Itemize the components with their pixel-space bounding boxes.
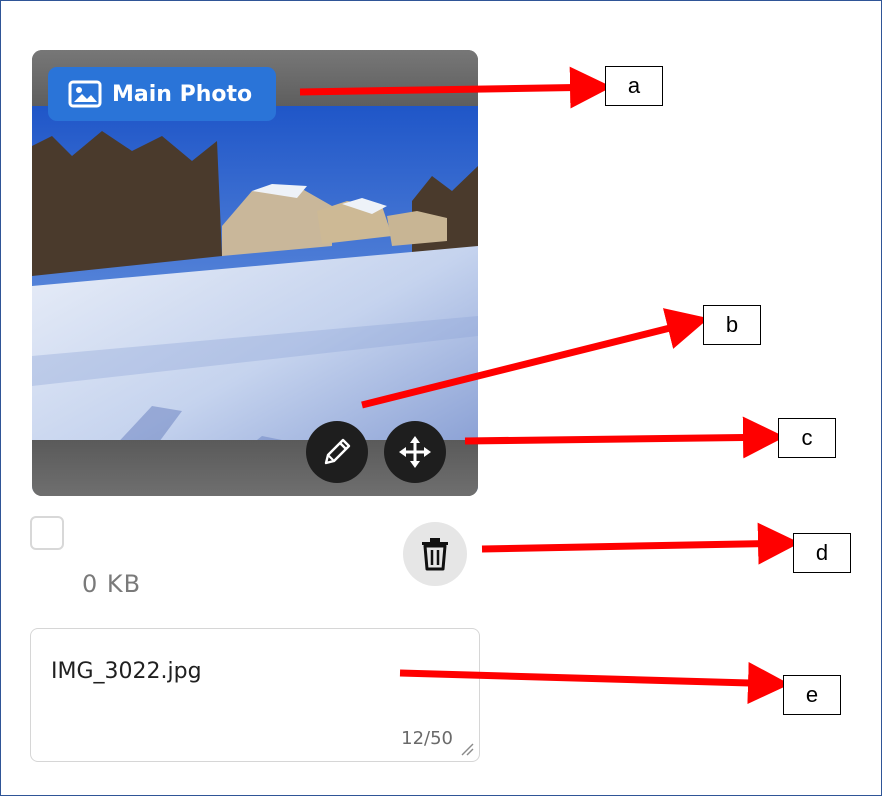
- main-photo-label: Main Photo: [112, 81, 253, 107]
- file-size-text: 0 KB: [82, 570, 142, 598]
- callout-a: a: [605, 66, 663, 106]
- filename-value: IMG_3022.jpg: [51, 659, 202, 684]
- callout-d: d: [793, 533, 851, 573]
- callout-c: c: [778, 418, 836, 458]
- trash-icon: [422, 538, 448, 571]
- callout-e: e: [783, 675, 841, 715]
- delete-photo-button[interactable]: [403, 522, 467, 586]
- main-photo-badge: Main Photo: [48, 67, 276, 121]
- resize-handle-icon[interactable]: [460, 742, 474, 756]
- character-count: 12/50: [401, 728, 453, 749]
- edit-photo-button[interactable]: [306, 421, 368, 483]
- filename-field[interactable]: IMG_3022.jpg 12/50: [30, 628, 480, 762]
- select-photo-checkbox[interactable]: [30, 516, 64, 550]
- callout-b: b: [703, 305, 761, 345]
- pencil-icon: [324, 438, 351, 465]
- move-icon: [399, 436, 431, 468]
- image-icon: [68, 80, 102, 108]
- move-photo-button[interactable]: [384, 421, 446, 483]
